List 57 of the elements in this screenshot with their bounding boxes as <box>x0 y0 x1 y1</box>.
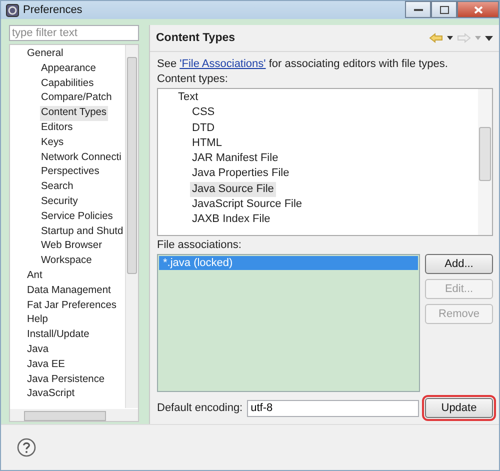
tree-item[interactable]: Service Policies <box>40 210 114 225</box>
scrollbar[interactable] <box>478 89 492 235</box>
encoding-field[interactable]: utf-8 <box>246 400 419 416</box>
tree-item[interactable]: Java Persistence <box>26 372 106 388</box>
content-types-label: Content types: <box>157 73 229 85</box>
tree-item[interactable]: Java Source File <box>190 182 276 198</box>
tree-item[interactable]: CSS <box>190 105 217 121</box>
file-associations-link[interactable]: 'File Associations' <box>180 58 266 70</box>
close-icon <box>474 6 482 14</box>
encoding-label: Default encoding: <box>157 402 243 414</box>
filter-field[interactable]: type filter text <box>9 25 139 41</box>
tree-item[interactable]: Perspectives <box>40 165 100 180</box>
tree-item[interactable]: Workspace <box>40 254 93 269</box>
maximize-icon <box>440 6 448 14</box>
tree-item[interactable]: Network Connecti <box>40 150 122 166</box>
tree-item[interactable]: Help <box>26 313 49 328</box>
maximize-button[interactable] <box>431 1 457 18</box>
tree-item[interactable]: Content Types <box>40 106 108 121</box>
tree-item[interactable]: Startup and Shutd <box>40 224 124 240</box>
minimize-button[interactable] <box>405 1 431 18</box>
tree-item[interactable]: Java EE <box>26 358 66 373</box>
tree-item[interactable]: Text <box>176 90 200 106</box>
minimize-icon <box>414 8 422 11</box>
dropdown-icon[interactable] <box>447 36 453 40</box>
scrollbar[interactable] <box>125 45 138 408</box>
window-title: Preferences <box>23 4 82 16</box>
tree-item[interactable]: JAXB Index File <box>190 212 272 228</box>
tree-item[interactable]: JavaScript <box>26 387 76 402</box>
tree-item[interactable]: Fat Jar Preferences <box>26 298 118 314</box>
app-icon <box>6 4 19 16</box>
tree-item[interactable]: Ant <box>26 268 44 284</box>
tree-item[interactable]: Web Browser <box>40 239 103 254</box>
file-associations-label: File associations: <box>157 239 242 251</box>
intro-text: See 'File Associations' for associating editors with file types. <box>157 58 449 70</box>
close-button[interactable] <box>457 1 499 18</box>
tree-item[interactable]: Data Management <box>26 284 112 299</box>
tree-item[interactable]: DTD <box>190 120 217 136</box>
tree-item[interactable]: Editors <box>40 120 74 136</box>
tree-item[interactable]: Compare/Patch <box>40 91 113 106</box>
tree-item[interactable]: Appearance <box>40 62 97 77</box>
scrollbar[interactable] <box>10 409 138 421</box>
menu-icon[interactable] <box>485 36 493 40</box>
action-button[interactable]: Add... <box>425 254 493 274</box>
tree-item[interactable]: Java <box>26 342 50 358</box>
tree-item[interactable]: Java Properties File <box>190 166 292 182</box>
tree-item[interactable]: HTML <box>190 136 224 152</box>
update-button[interactable]: Update <box>425 398 493 418</box>
page-title: Content Types <box>156 32 236 44</box>
tree-item[interactable]: Keys <box>40 136 65 151</box>
tree-item[interactable]: Install/Update <box>26 328 90 343</box>
tree-item[interactable]: General <box>26 47 64 62</box>
tree-item[interactable]: JavaScript Source File <box>190 197 304 212</box>
tree-item[interactable]: Security <box>40 194 79 210</box>
tree-item[interactable]: Capabilities <box>40 76 95 92</box>
tree-item[interactable]: JAR Manifest File <box>190 151 280 166</box>
help-icon[interactable] <box>17 438 36 457</box>
tree-item[interactable]: Search <box>40 180 74 195</box>
